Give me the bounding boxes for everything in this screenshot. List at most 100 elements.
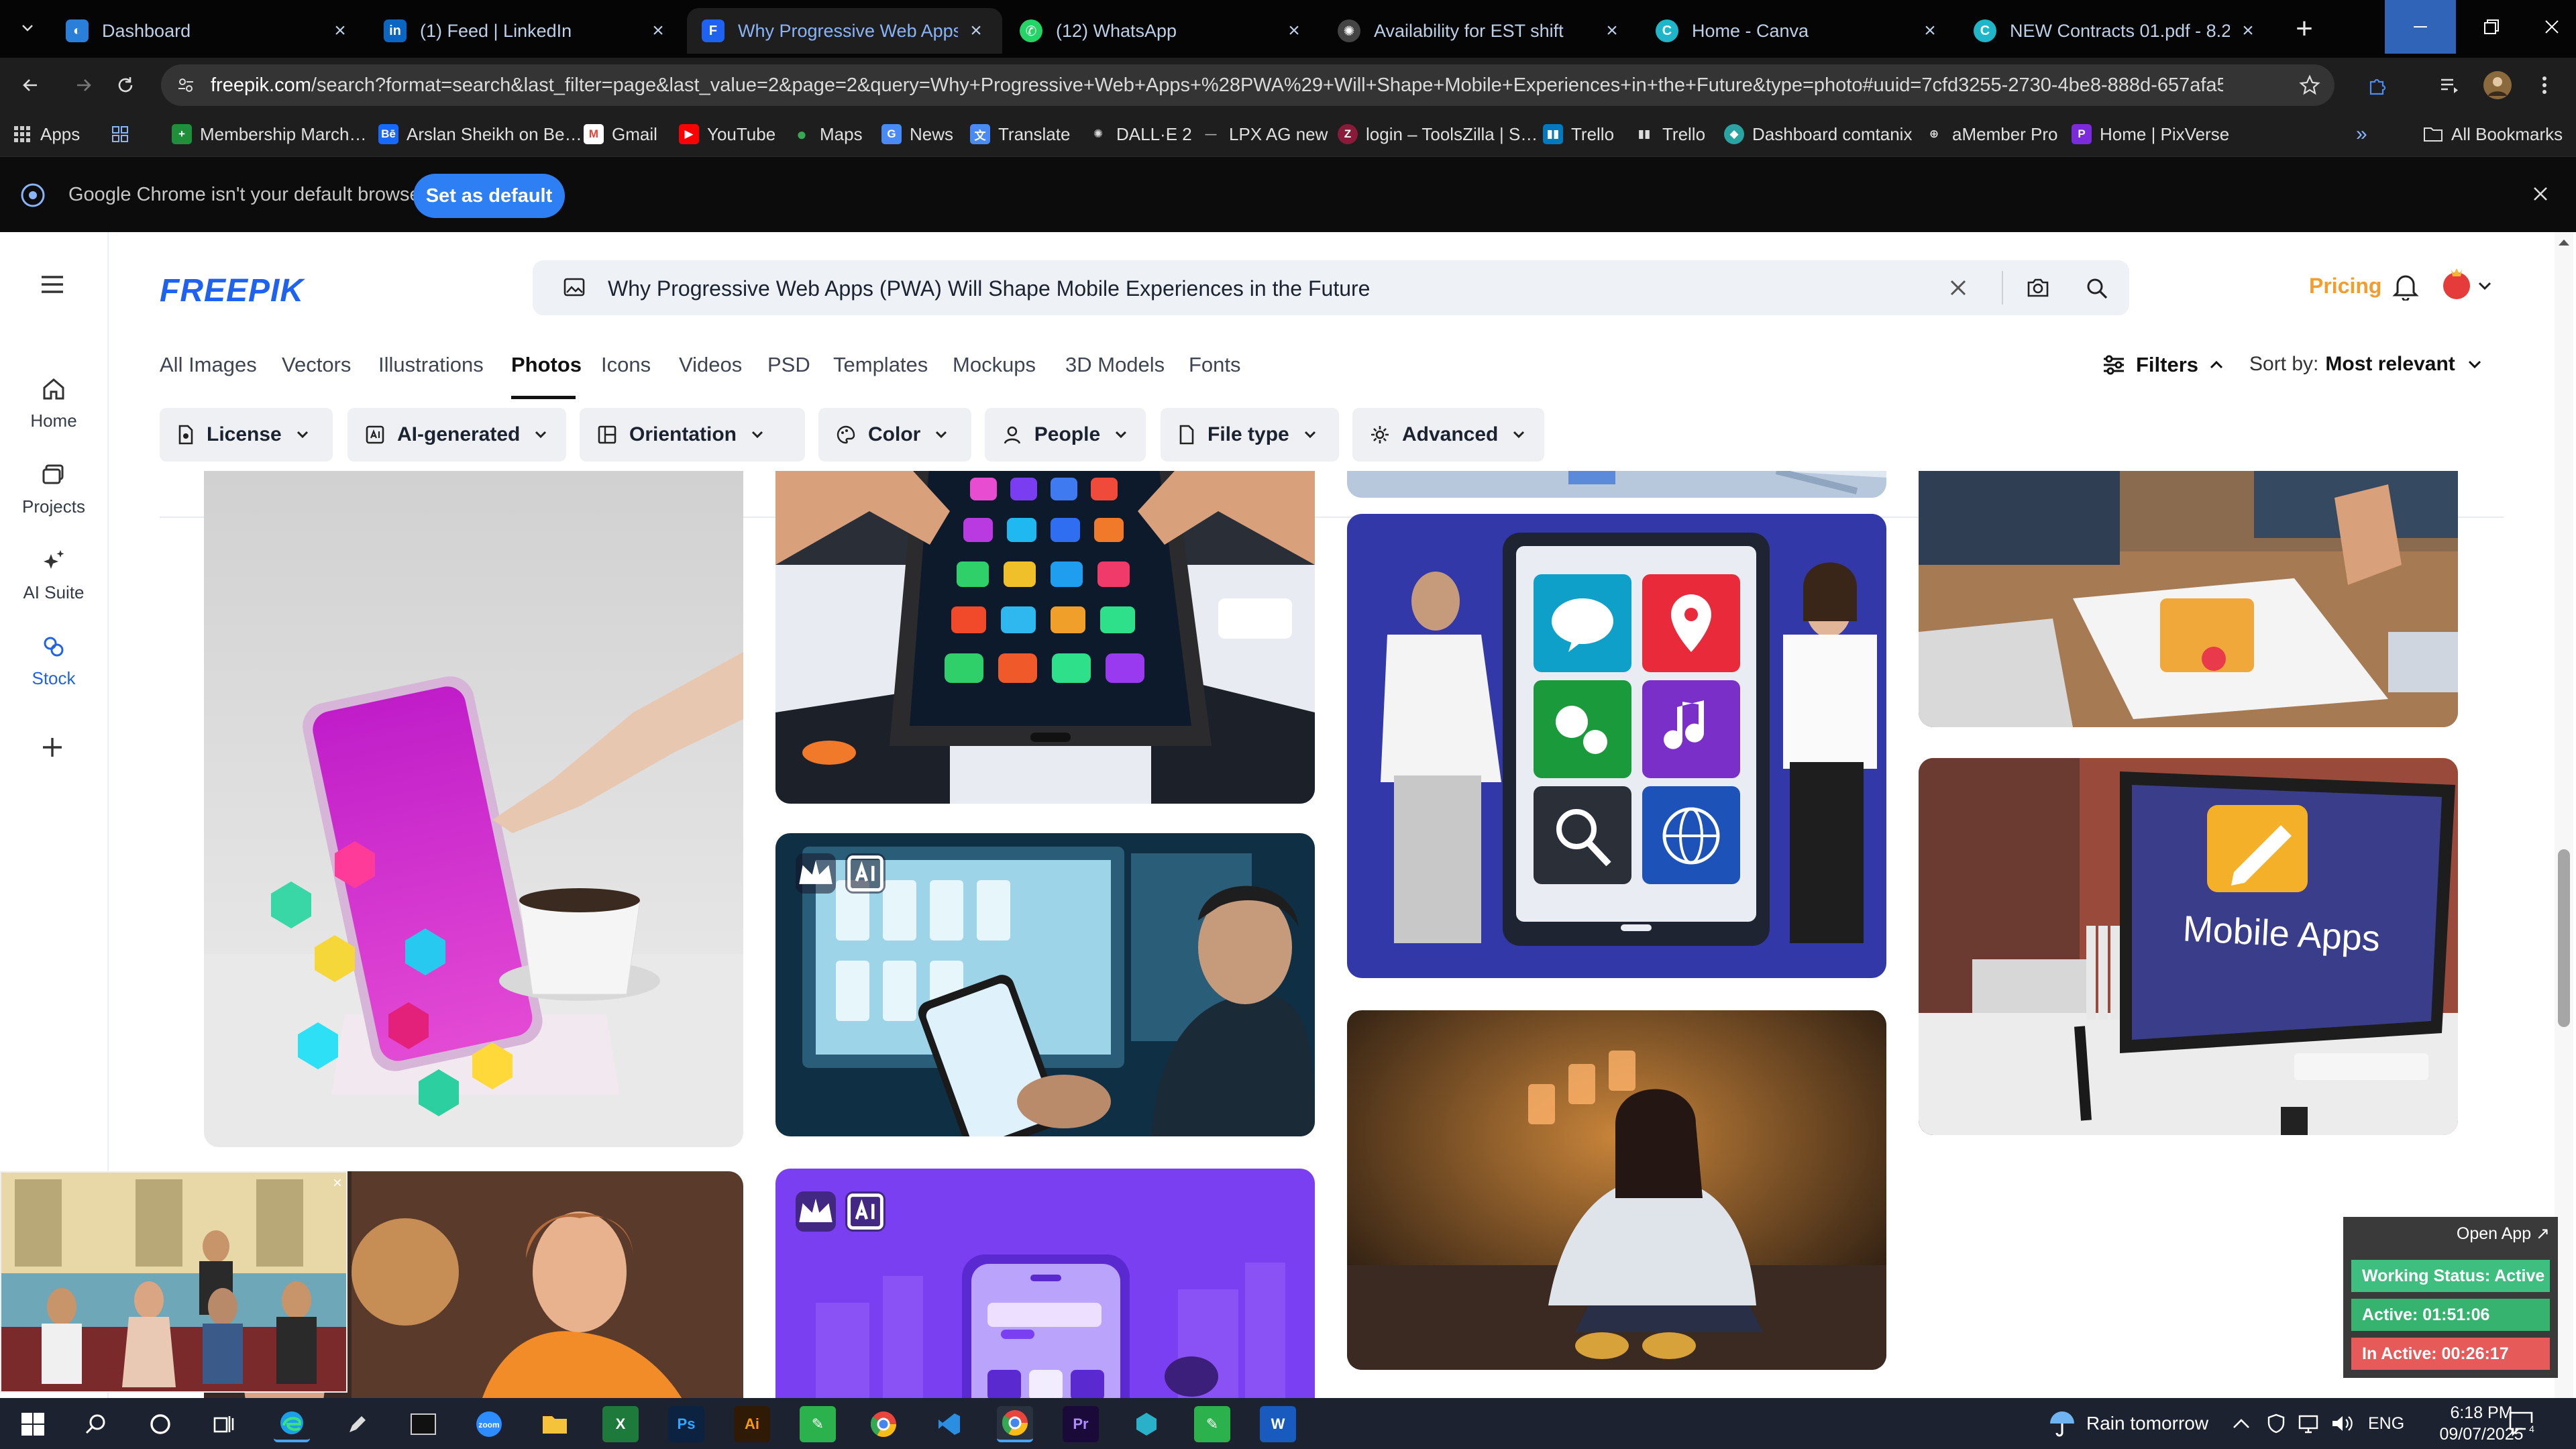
cat-photos[interactable]: Photos (511, 353, 582, 377)
bookmark-tab-grid[interactable] (110, 121, 138, 148)
minimize-button[interactable] (2385, 0, 2456, 54)
search-button[interactable] (78, 1406, 114, 1442)
video-call-thumbnail[interactable]: × (0, 1171, 347, 1393)
back-button[interactable] (13, 68, 47, 102)
cat-3d-models[interactable]: 3D Models (1065, 353, 1165, 377)
tab-availability[interactable]: ✺ Availability for EST shift × (1323, 8, 1638, 54)
result-girl-night-phone-photo[interactable] (1347, 1010, 1886, 1370)
tab-linkedin[interactable]: in (1) Feed | LinkedIn × (369, 8, 684, 54)
bookmark-trello-2[interactable]: ▮▮ Trello (1634, 121, 1705, 148)
result-cropped-photo[interactable] (1347, 471, 1886, 498)
bookmark-translate[interactable]: 文 Translate (970, 121, 1070, 148)
cortana-button[interactable] (142, 1406, 178, 1442)
cat-all-images[interactable]: All Images (160, 353, 257, 377)
close-window-button[interactable] (2527, 0, 2576, 54)
bookmark-trello-1[interactable]: ▮▮ Trello (1543, 121, 1614, 148)
tab-freepik[interactable]: F Why Progressive Web Apps (P… × (687, 8, 1002, 54)
user-avatar[interactable] (2439, 264, 2493, 302)
media-controls-button[interactable] (2432, 68, 2466, 102)
file-type-filter[interactable]: File type (1161, 408, 1339, 462)
all-bookmarks-button[interactable]: All Bookmarks (2423, 121, 2563, 148)
result-business-tablet-photo[interactable] (1347, 514, 1886, 978)
close-icon[interactable]: × (1283, 19, 1305, 42)
reload-button[interactable] (109, 68, 142, 102)
orientation-filter[interactable]: Orientation (580, 408, 805, 462)
close-icon[interactable]: × (333, 1174, 342, 1193)
new-tab-button[interactable]: + (2288, 12, 2321, 46)
tab-canva-home[interactable]: C Home - Canva × (1641, 8, 1956, 54)
bookmark-maps[interactable]: ● Maps (792, 121, 862, 148)
scrollbar-thumb[interactable] (2558, 849, 2570, 1027)
cat-icons[interactable]: Icons (601, 353, 651, 377)
forward-button[interactable] (67, 68, 101, 102)
result-purple-app-illustration[interactable] (775, 1169, 1315, 1398)
volume-tray-icon[interactable] (2330, 1398, 2353, 1449)
close-icon[interactable]: × (965, 19, 987, 42)
cat-videos[interactable]: Videos (679, 353, 742, 377)
bookmark-youtube[interactable]: ▶ YouTube (679, 121, 775, 148)
bookmark-star-button[interactable] (2293, 68, 2326, 102)
bookmark-dalle[interactable]: ✺ DALL·E 2 (1088, 121, 1192, 148)
clear-search-button[interactable] (1947, 276, 1970, 299)
taskbar-chrome-active[interactable] (997, 1406, 1033, 1442)
pricing-link[interactable]: Pricing (2309, 274, 2381, 299)
bookmark-apps[interactable]: Apps (12, 121, 80, 148)
result-glowing-phone-photo[interactable] (204, 471, 743, 1147)
chrome-menu-button[interactable] (2528, 68, 2561, 102)
taskbar-zoom[interactable]: zoom (471, 1406, 507, 1442)
weather-widget[interactable]: Rain tomorrow (2047, 1398, 2208, 1449)
task-view-button[interactable] (205, 1406, 241, 1442)
profile-avatar[interactable] (2481, 68, 2514, 102)
color-filter[interactable]: Color (818, 408, 971, 462)
vpn-tray-icon[interactable] (2266, 1398, 2286, 1449)
cat-psd[interactable]: PSD (767, 353, 810, 377)
tab-whatsapp[interactable]: ✆ (12) WhatsApp × (1005, 8, 1320, 54)
taskbar-vscode[interactable] (931, 1406, 967, 1442)
cat-mockups[interactable]: Mockups (953, 353, 1036, 377)
bookmark-behance[interactable]: Bē Arslan Sheikh on Be… (378, 121, 582, 148)
taskbar-app-cyan[interactable] (1128, 1406, 1165, 1442)
tab-dashboard[interactable]: ◐ Dashboard × (51, 8, 366, 54)
advanced-filter[interactable]: Advanced (1352, 408, 1544, 462)
bookmark-toolszilla[interactable]: Zlogin – ToolsZilla | S… (1338, 121, 1538, 148)
hamburger-menu-button[interactable] (39, 274, 66, 295)
freepik-logo[interactable]: FREEPIK (160, 272, 304, 309)
bookmark-gmail[interactable]: M Gmail (584, 121, 657, 148)
restore-button[interactable] (2456, 0, 2527, 54)
show-hidden-icons[interactable] (2231, 1398, 2251, 1449)
address-bar[interactable]: freepik.com/search?format=search&last_fi… (161, 64, 2334, 106)
result-hands-phone-icons-photo[interactable] (775, 471, 1315, 804)
license-filter[interactable]: License (160, 408, 333, 462)
extensions-button[interactable] (2361, 68, 2395, 102)
search-by-image-button[interactable] (2026, 276, 2050, 299)
close-icon[interactable]: × (1919, 19, 1941, 42)
scroll-up-arrow[interactable] (2557, 237, 2571, 247)
network-tray-icon[interactable] (2297, 1398, 2320, 1449)
taskbar-premiere[interactable]: Pr (1063, 1406, 1099, 1442)
result-team-wireframe-photo[interactable] (1919, 471, 2458, 727)
cat-vectors[interactable]: Vectors (282, 353, 351, 377)
filters-toggle[interactable]: Filters (2102, 353, 2225, 377)
taskbar-app-green[interactable]: ✎ (800, 1406, 836, 1442)
cat-templates[interactable]: Templates (833, 353, 928, 377)
bookmark-pixverse[interactable]: P Home | PixVerse (2072, 121, 2229, 148)
taskbar-app-green-2[interactable]: ✎ (1194, 1406, 1230, 1442)
taskbar-photoshop[interactable]: Ps (668, 1406, 704, 1442)
language-indicator[interactable]: ENG (2368, 1398, 2404, 1449)
taskbar-terminal[interactable] (405, 1406, 441, 1442)
more-bookmarks-button[interactable]: » (2356, 121, 2367, 148)
sort-dropdown[interactable]: Sort by: Most relevant (2249, 353, 2483, 376)
close-infobar-button[interactable] (2529, 182, 2552, 205)
taskbar-word[interactable]: W (1260, 1406, 1296, 1442)
search-input[interactable]: Why Progressive Web Apps (PWA) Will Shap… (608, 276, 1370, 301)
bookmark-lpx[interactable]: — LPX AG new (1201, 121, 1328, 148)
close-icon[interactable]: × (647, 19, 669, 42)
tab-search-button[interactable] (12, 12, 43, 43)
taskbar-excel[interactable]: X (602, 1406, 639, 1442)
notification-center-button[interactable]: 4 (2508, 1398, 2537, 1449)
ai-generated-filter[interactable]: AI-generated (347, 408, 566, 462)
set-as-default-button[interactable]: Set as default (413, 174, 565, 218)
taskbar-edge[interactable] (274, 1406, 310, 1442)
open-app-link[interactable]: Open App ↗ (2457, 1224, 2550, 1244)
start-button[interactable] (15, 1406, 51, 1442)
